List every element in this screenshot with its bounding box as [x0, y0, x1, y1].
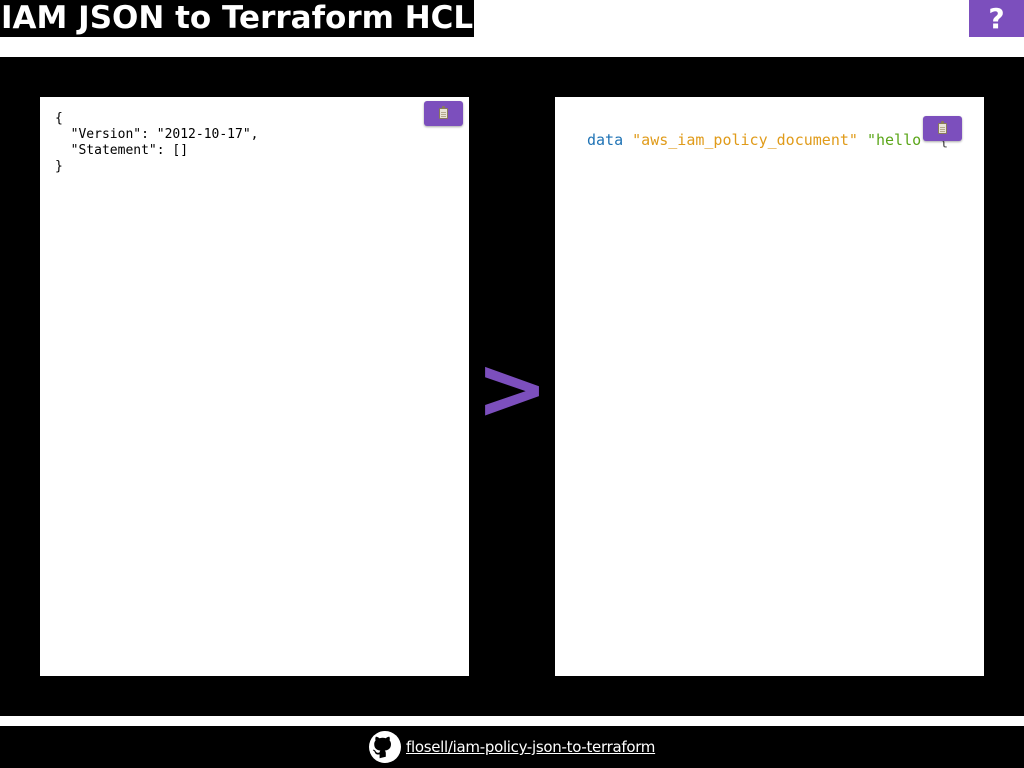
- footer: flosell/iam-policy-json-to-terraform: [0, 726, 1024, 768]
- page-title: IAM JSON to Terraform HCL: [0, 0, 475, 37]
- hcl-output-panel: data "aws_iam_policy_document" "hello" {: [555, 97, 984, 676]
- json-input[interactable]: { "Version": "2012-10-17", "Statement": …: [40, 97, 469, 676]
- hcl-resource-name: "hello": [866, 131, 931, 149]
- hcl-resource-type: "aws_iam_policy_document": [632, 131, 858, 149]
- clipboard-icon: [938, 121, 947, 134]
- converter-area: { "Version": "2012-10-17", "Statement": …: [0, 57, 1024, 716]
- convert-arrow: >: [475, 339, 549, 439]
- json-input-panel: { "Version": "2012-10-17", "Statement": …: [40, 97, 469, 676]
- clipboard-icon: [439, 106, 448, 119]
- copy-hcl-button[interactable]: [923, 116, 962, 141]
- hcl-output: data "aws_iam_policy_document" "hello" {: [587, 131, 968, 149]
- repo-link-text: flosell/iam-policy-json-to-terraform: [406, 738, 656, 756]
- hcl-keyword: data: [587, 131, 624, 149]
- copy-json-button[interactable]: [424, 101, 463, 126]
- repo-link[interactable]: flosell/iam-policy-json-to-terraform: [369, 731, 655, 763]
- header: IAM JSON to Terraform HCL ?: [0, 0, 1024, 57]
- github-icon: [369, 731, 401, 763]
- help-button[interactable]: ?: [969, 0, 1024, 37]
